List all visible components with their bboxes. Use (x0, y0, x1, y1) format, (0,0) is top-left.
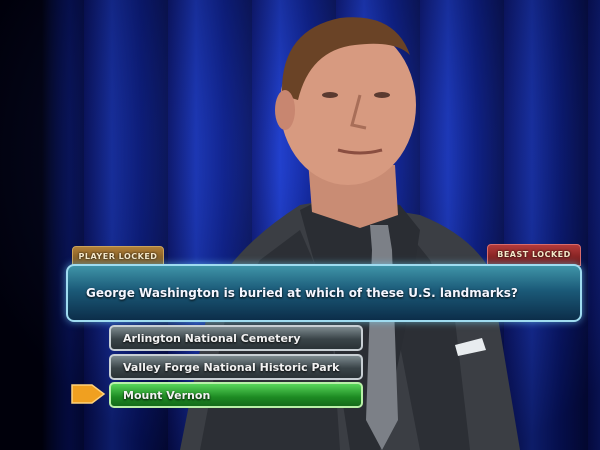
question-panel: George Washington is buried at which of … (66, 264, 582, 322)
answer-option-3-selected[interactable]: Mount Vernon (109, 382, 363, 408)
beast-locked-badge: BEAST LOCKED (487, 244, 581, 266)
answer-option-1[interactable]: Arlington National Cemetery (109, 325, 363, 351)
answer-option-2[interactable]: Valley Forge National Historic Park (109, 354, 363, 380)
arrow-pointer-icon (71, 384, 106, 404)
